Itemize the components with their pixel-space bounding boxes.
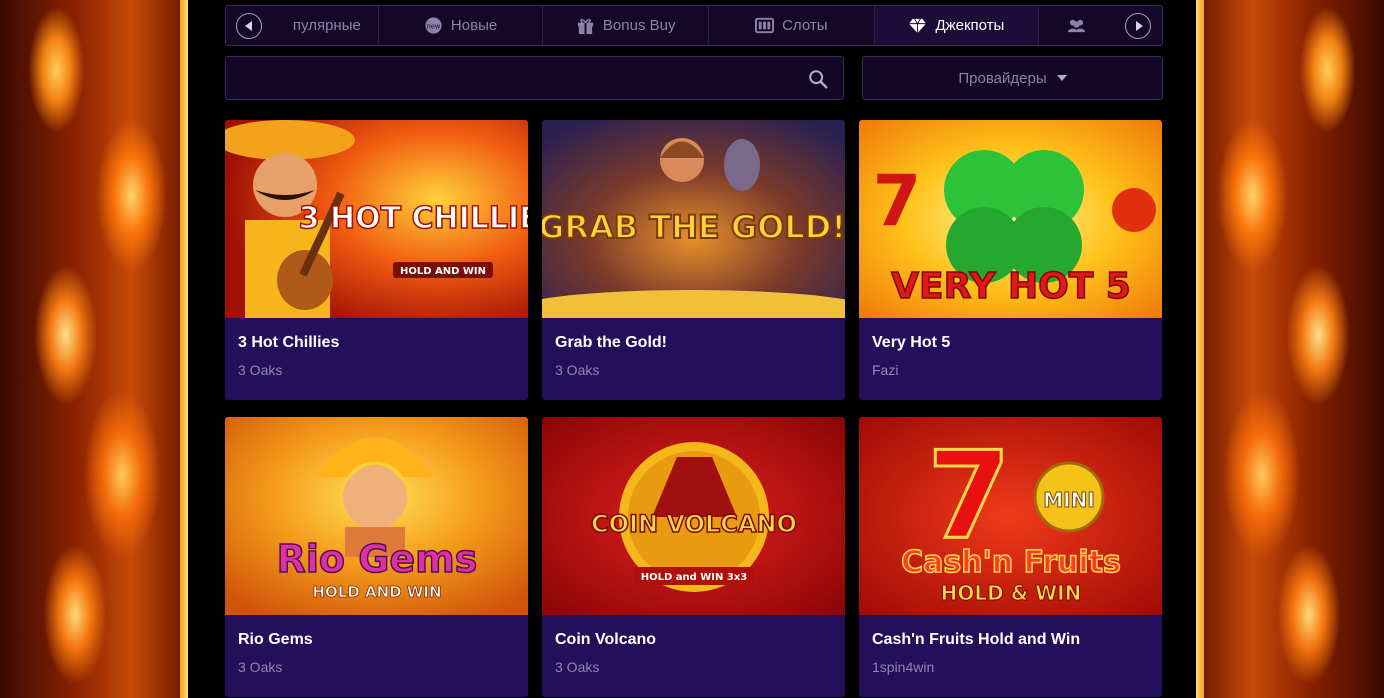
svg-text:new: new [427,22,441,30]
game-thumbnail[interactable]: 7 MINI Cash'n Fruits HOLD & WIN [859,417,1162,615]
game-provider: Fazi [872,362,899,378]
diamond-icon [909,18,927,34]
game-provider: 3 Oaks [555,659,600,675]
games-grid: 3 HOT CHILLIES HOLD AND WIN 3 Hot Chilli… [225,120,1163,697]
art-subtitle: HOLD & WIN [941,581,1082,605]
tab-new[interactable]: new Новые [379,6,544,45]
main-content: пулярные new Новые Bonus Buy Слоты Джекп… [188,0,1196,698]
gift-icon [577,18,594,35]
game-provider: 3 Oaks [238,659,283,675]
game-art: 7 VERY HOT 5 [859,120,1162,318]
game-art: GRAB THE GOLD! [542,120,845,318]
search-input[interactable] [226,57,843,99]
providers-label: Провайдеры [958,69,1047,87]
game-thumbnail[interactable]: COIN VOLCANO HOLD and WIN 3x3 [542,417,845,615]
tab-bonus-buy-label: Bonus Buy [602,17,676,34]
art-subtitle: HOLD AND WIN [400,266,486,277]
flames-background-right [1196,0,1384,698]
svg-text:MINI: MINI [1043,488,1095,512]
game-thumbnail[interactable]: Rio Gems HOLD AND WIN [225,417,528,615]
game-card[interactable]: GRAB THE GOLD! Grab the Gold! 3 Oaks [542,120,845,400]
search-box [225,56,844,100]
people-icon [1068,19,1086,33]
game-art: 7 MINI Cash'n Fruits HOLD & WIN [859,417,1162,615]
badge-icon: new [425,17,442,34]
providers-dropdown[interactable]: Провайдеры [862,56,1163,100]
game-title: 3 Hot Chillies [238,334,340,351]
tab-jackpots-label: Джекпоты [935,17,1005,34]
art-title: 3 HOT CHILLIES [299,201,528,236]
flames-background-left [0,0,188,698]
game-thumbnail[interactable]: 7 VERY HOT 5 [859,120,1162,318]
caret-down-icon [1056,75,1067,81]
art-title: VERY HOT 5 [891,266,1131,307]
category-nav: пулярные new Новые Bonus Buy Слоты Джекп… [225,5,1163,46]
game-art: 3 HOT CHILLIES HOLD AND WIN [225,120,528,318]
game-provider: 1spin4win [872,659,935,675]
game-art: COIN VOLCANO HOLD and WIN 3x3 [542,417,845,615]
tab-jackpots[interactable]: Джекпоты [874,6,1040,45]
game-thumbnail[interactable]: GRAB THE GOLD! [542,120,845,318]
art-title: Cash'n Fruits [901,545,1121,580]
search-icon[interactable] [807,68,829,90]
game-card[interactable]: 3 HOT CHILLIES HOLD AND WIN 3 Hot Chilli… [225,120,528,400]
svg-text:7: 7 [873,160,922,242]
chevron-left-icon [244,21,252,31]
game-provider: 3 Oaks [555,362,600,378]
game-card[interactable]: Rio Gems HOLD AND WIN Rio Gems 3 Oaks [225,417,528,697]
tab-slots-label: Слоты [782,17,828,34]
tab-new-label: Новые [450,17,498,34]
game-title: Rio Gems [238,631,313,648]
tab-slots[interactable]: Слоты [709,6,875,45]
game-card[interactable]: 7 VERY HOT 5 Very Hot 5 Fazi [859,120,1162,400]
game-provider: 3 Oaks [238,362,283,378]
chevron-right-icon [1135,21,1143,31]
game-art: Rio Gems HOLD AND WIN [225,417,528,615]
art-title: COIN VOLCANO [591,510,797,538]
game-card[interactable]: COIN VOLCANO HOLD and WIN 3x3 Coin Volca… [542,417,845,697]
art-title: Rio Gems [277,537,478,581]
game-title: Very Hot 5 [872,334,951,351]
nav-prev-button[interactable] [236,13,262,39]
slot-machine-icon [755,17,775,34]
tab-bonus-buy[interactable]: Bonus Buy [543,6,709,45]
art-subtitle: HOLD AND WIN [312,583,441,601]
game-title: Grab the Gold! [555,334,667,351]
game-thumbnail[interactable]: 3 HOT CHILLIES HOLD AND WIN [225,120,528,318]
art-title: GRAB THE GOLD! [542,208,845,246]
tab-popular-label: пулярные [292,17,361,34]
nav-next-button[interactable] [1125,13,1151,39]
game-card[interactable]: 7 MINI Cash'n Fruits HOLD & WIN Cash'n F… [859,417,1162,697]
art-subtitle: HOLD and WIN 3x3 [641,572,748,583]
game-title: Coin Volcano [555,631,657,648]
game-title: Cash'n Fruits Hold and Win [872,631,1081,648]
